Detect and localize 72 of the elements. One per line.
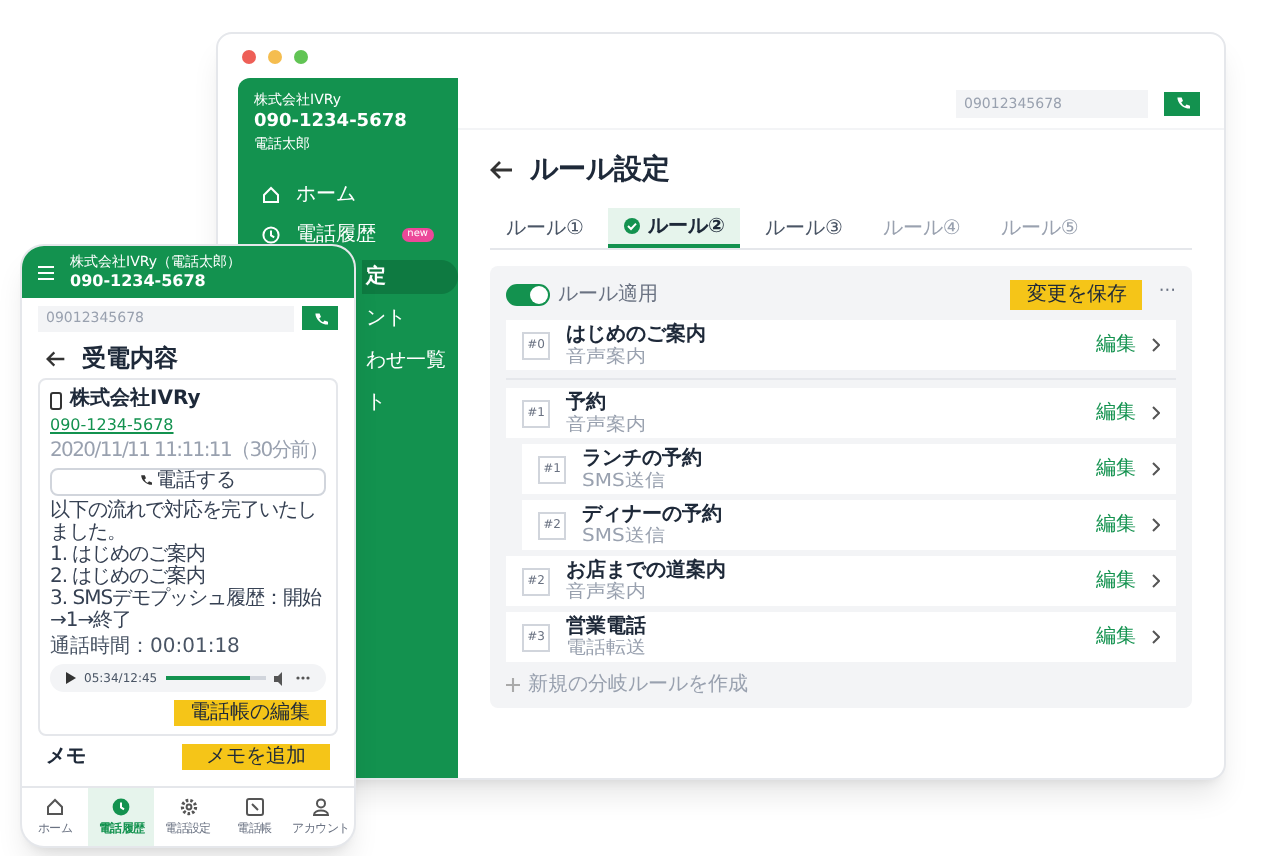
- toggle-switch[interactable]: [506, 283, 550, 305]
- rule-title: 予約: [566, 391, 607, 413]
- call-datetime: 2020/11/11 11:11:11（30分前）: [50, 440, 326, 464]
- sidebar-item[interactable]: 電話履歴: [296, 219, 376, 249]
- rule-type: SMS送信: [582, 526, 667, 546]
- chevron-right-icon: [1152, 462, 1160, 476]
- sidebar-item[interactable]: ホーム: [296, 179, 356, 209]
- home-icon: [46, 797, 65, 815]
- play-icon[interactable]: [66, 672, 76, 684]
- rule-type: 音声案内: [566, 582, 648, 602]
- summary-line: 1. はじめのご案内: [50, 544, 208, 566]
- add-rule-link[interactable]: 新規の分岐ルールを作成: [528, 669, 748, 699]
- rule-title: お店までの道案内: [566, 559, 726, 581]
- rule-type: 電話転送: [566, 638, 646, 658]
- rule-title: ディナーの予約: [582, 503, 722, 525]
- mobile-phone-icon: [50, 391, 62, 409]
- edit-link[interactable]: 編集: [1096, 398, 1136, 428]
- edit-link[interactable]: 編集: [1096, 622, 1136, 652]
- summary-line: 以下の流れで対応を完了いたしました。: [50, 500, 318, 544]
- edit-link[interactable]: 編集: [1096, 330, 1136, 360]
- tab[interactable]: ルール②: [607, 208, 741, 248]
- speaker-icon[interactable]: [274, 671, 288, 685]
- home-icon: [262, 185, 280, 203]
- summary-line: 2. はじめのご案内: [50, 566, 208, 588]
- chevron-right-icon: [1152, 518, 1160, 532]
- call-button[interactable]: [302, 306, 338, 330]
- edit-link[interactable]: 編集: [1096, 566, 1136, 596]
- clock-icon: [112, 797, 131, 815]
- save-button[interactable]: 変更を保存: [1010, 279, 1143, 309]
- call-now-button[interactable]: 電話する: [50, 468, 326, 496]
- sidebar-item[interactable]: わせ一覧: [362, 344, 458, 378]
- rule-title: ランチの予約: [582, 447, 702, 469]
- sidebar-item[interactable]: ト: [362, 386, 458, 420]
- phone-icon: [140, 474, 152, 487]
- tab[interactable]: ルール③: [748, 208, 859, 248]
- menu-icon[interactable]: [38, 265, 54, 279]
- phone-link[interactable]: 090-1234-5678: [50, 416, 326, 436]
- plus-icon: [506, 677, 520, 691]
- company-phone: 090-1234-5678: [254, 114, 409, 132]
- back-arrow-icon[interactable]: [46, 349, 66, 367]
- chevron-right-icon: [1152, 630, 1160, 644]
- rule-title: はじめのご案内: [566, 323, 706, 345]
- phone-icon: [313, 311, 327, 325]
- gear-icon: [179, 797, 197, 815]
- sidebar-item[interactable]: 定: [362, 260, 458, 294]
- toggle-label: ルール適用: [558, 281, 658, 309]
- edit-link[interactable]: 編集: [1096, 454, 1136, 484]
- rule-type: SMS送信: [582, 470, 667, 490]
- phone-icon: [1175, 96, 1189, 110]
- back-arrow-icon[interactable]: [490, 160, 514, 180]
- rule-type: 音声案内: [566, 414, 646, 434]
- summary-line: 3. SMSデモプッシュ履歴：開始→1→終了: [50, 588, 324, 632]
- call-duration: 通話時間：00:01:18: [50, 636, 242, 660]
- chevron-right-icon: [1152, 406, 1160, 420]
- memo-heading: メモ: [46, 743, 86, 771]
- account-phone: 090-1234-5678: [70, 273, 208, 289]
- page-title: ルール設定: [530, 151, 670, 189]
- rule-type: 音声案内: [566, 346, 648, 366]
- tab[interactable]: ルール①: [490, 208, 600, 248]
- company-name: 株式会社IVRy: [70, 388, 201, 412]
- chevron-right-icon: [1152, 574, 1160, 588]
- add-memo-button[interactable]: メモを追加: [182, 743, 330, 769]
- edit-contact-button[interactable]: 電話帳の編集: [174, 700, 326, 726]
- call-button[interactable]: [1164, 91, 1200, 115]
- edit-link[interactable]: 編集: [1096, 510, 1136, 540]
- more-button[interactable]: ···: [1158, 280, 1176, 308]
- chevron-right-icon: [1152, 338, 1160, 352]
- person-icon: [311, 797, 330, 815]
- check-circle-icon: [623, 218, 640, 234]
- page-title: 受電内容: [82, 342, 178, 376]
- sidebar-item[interactable]: ント: [362, 302, 458, 336]
- rule-title: 営業電話: [566, 615, 646, 637]
